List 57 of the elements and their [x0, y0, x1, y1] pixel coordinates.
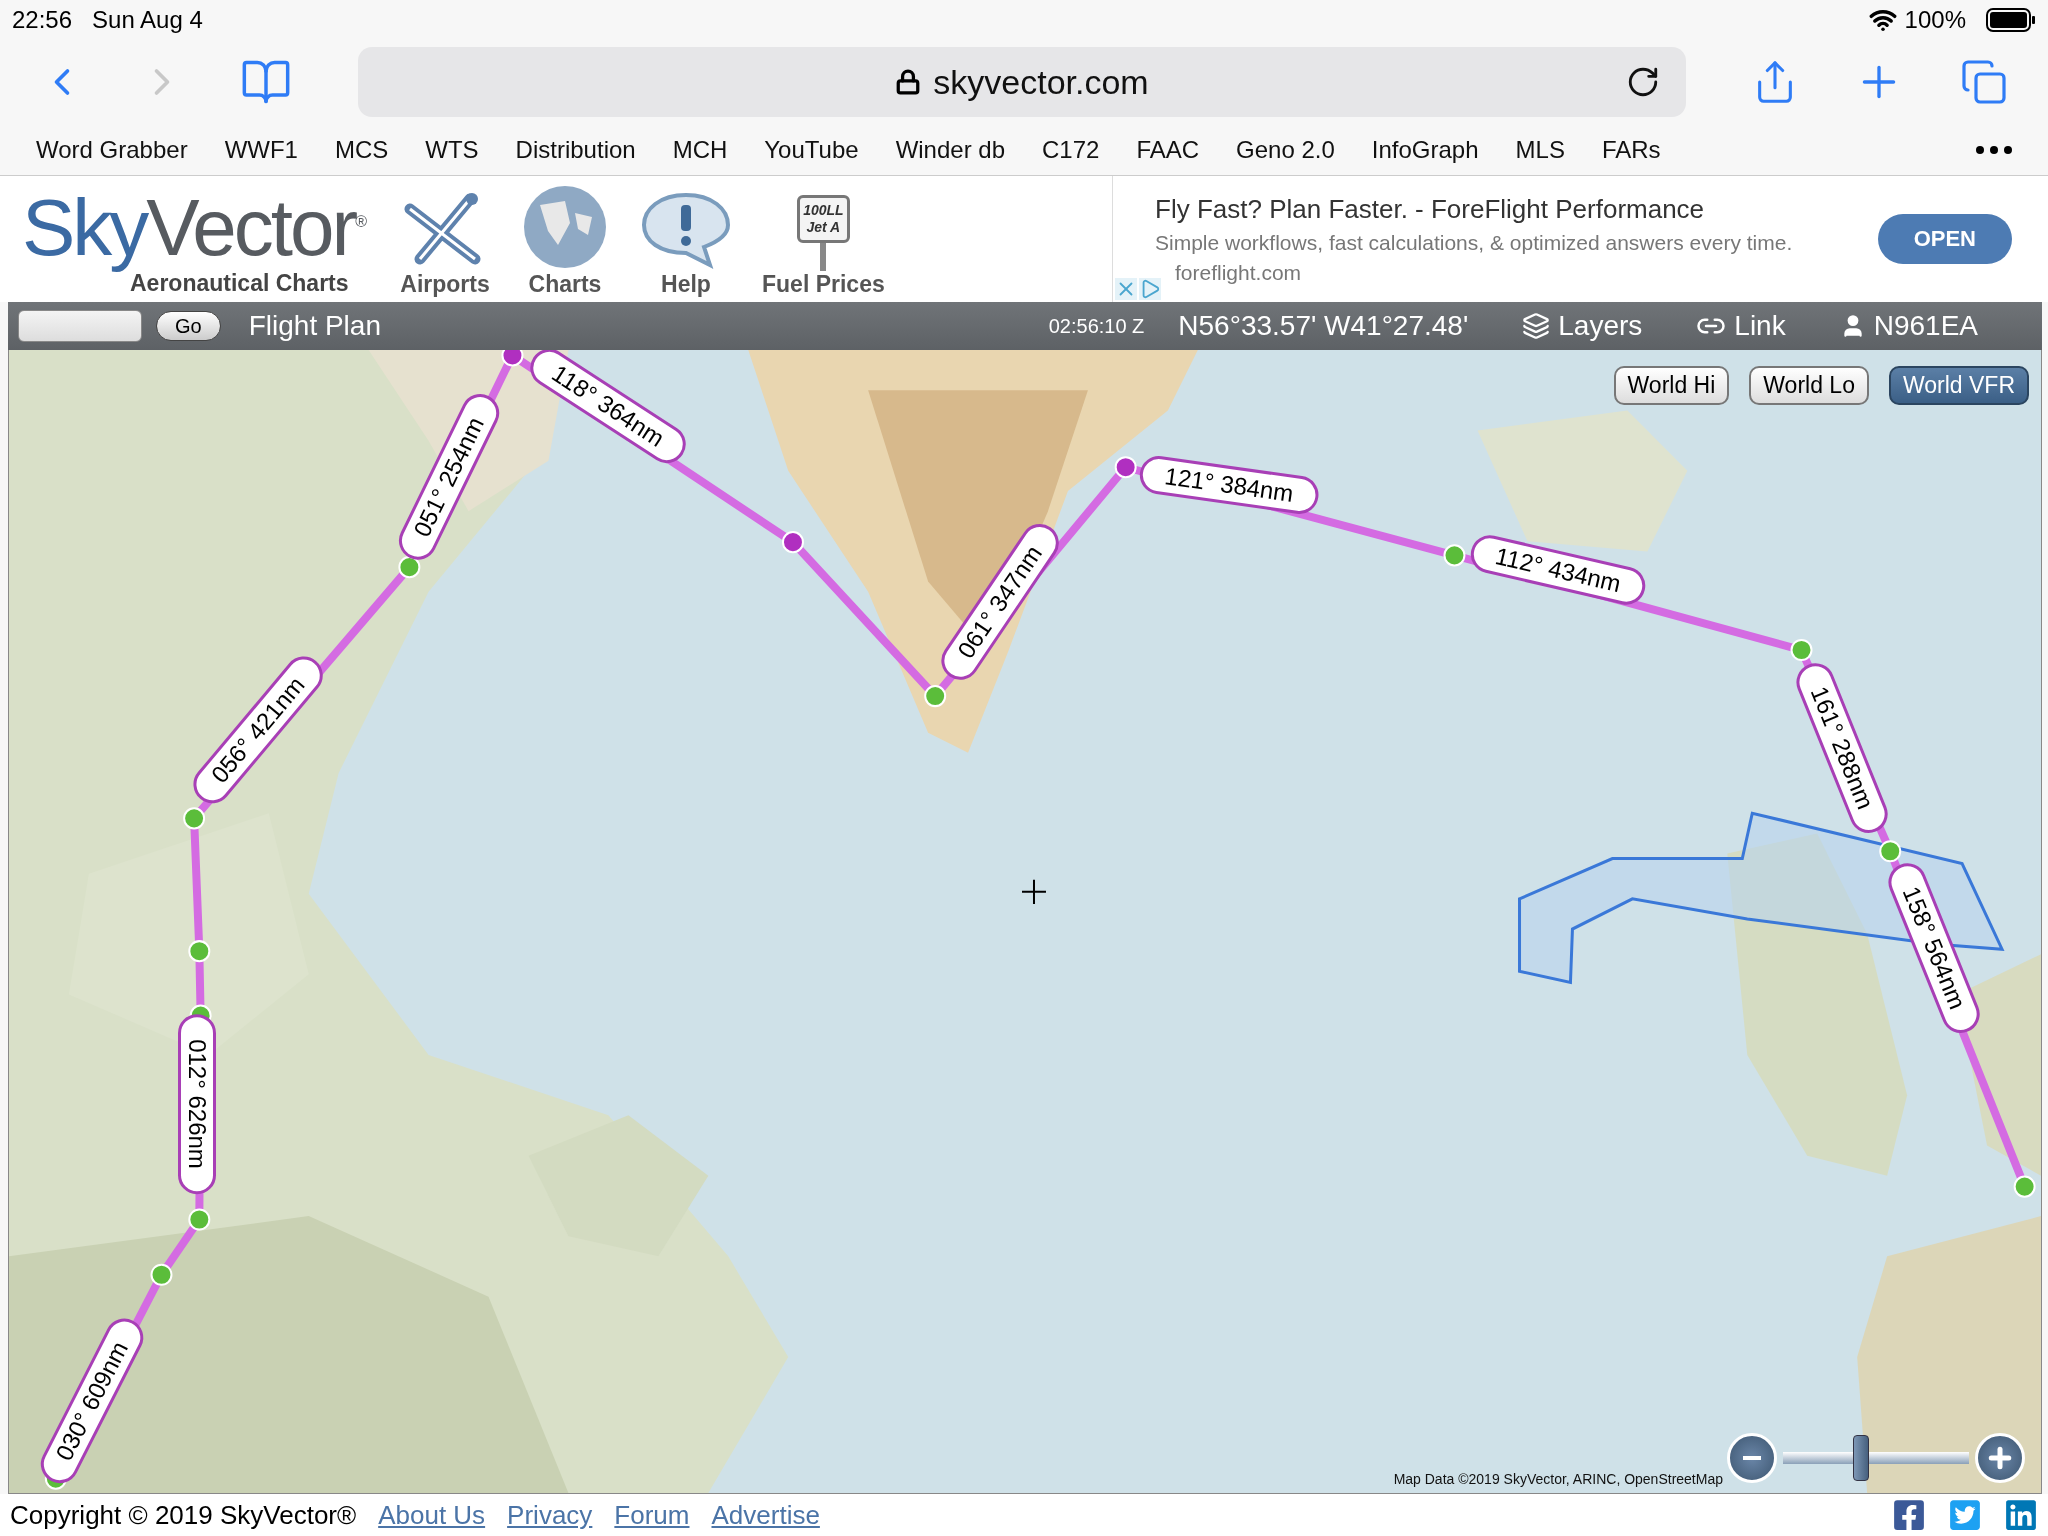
bookmark-link[interactable]: YouTube	[764, 135, 859, 164]
bookmark-link[interactable]: WTS	[425, 135, 479, 164]
search-field[interactable]	[18, 310, 142, 342]
bookmark-link[interactable]: Winder db	[895, 135, 1005, 164]
footer-link[interactable]: Forum	[614, 1499, 690, 1531]
chart-type-button[interactable]: World Lo	[1749, 366, 1869, 405]
tabs-button[interactable]	[1960, 58, 2008, 106]
logo-tagline: Aeronautical Charts	[130, 270, 349, 297]
open-button[interactable]: OPEN	[1877, 214, 2012, 264]
flight-plan-link[interactable]: Flight Plan	[248, 310, 381, 342]
bookmark-link[interactable]: Geno 2.0	[1236, 135, 1335, 164]
ad-domain: foreflight.com	[1175, 260, 1303, 285]
footer-link[interactable]: Advertise	[711, 1499, 820, 1531]
crosshair-icon	[1021, 878, 1047, 905]
clock-time: 22:56	[12, 6, 73, 34]
bookmark-link[interactable]: MLS	[1515, 135, 1565, 164]
reload-button[interactable]	[1626, 65, 1660, 99]
bookmark-link[interactable]: FAAC	[1136, 135, 1200, 164]
layers-button[interactable]: Layers	[1558, 310, 1643, 342]
bookmark-link[interactable]: WWF1	[224, 135, 298, 164]
footer-link[interactable]: Privacy	[507, 1499, 593, 1531]
battery-icon	[1986, 8, 2036, 32]
lock-icon	[895, 69, 922, 95]
twitter-icon[interactable]	[1948, 1498, 1982, 1532]
zulu-time: 02:56:10 Z	[1048, 314, 1145, 338]
zoom-slider-thumb[interactable]	[1853, 1435, 1870, 1481]
user-button[interactable]: N961EA	[1873, 310, 1978, 342]
route-leg-label: 012° 626nm	[177, 1013, 216, 1194]
bookmark-link[interactable]: MCS	[334, 135, 389, 164]
bookmark-link[interactable]: Distribution	[515, 135, 636, 164]
minus-icon	[1743, 1456, 1761, 1460]
bookmark-link[interactable]: InfoGraph	[1371, 135, 1479, 164]
address-bar[interactable]: skyvector.com	[358, 47, 1686, 117]
ad-text: Simple workflows, fast calculations, & optimized answers every time.	[1155, 230, 1794, 255]
bookmark-link[interactable]: C172	[1042, 135, 1100, 164]
footer-link[interactable]: About Us	[378, 1499, 486, 1531]
nav-link[interactable]: Charts	[520, 183, 610, 298]
nav-link[interactable]: Airports	[400, 189, 490, 298]
nav-link[interactable]: 100LL Jet A Fuel Prices	[762, 189, 885, 298]
battery-percent: 100%	[1904, 6, 1966, 34]
cursor-coordinates: N56°33.57' W41°27.48'	[1178, 310, 1469, 342]
date: Sun Aug 4	[92, 6, 203, 34]
chart-type-button[interactable]: World Hi	[1613, 366, 1730, 405]
map-attribution: Map Data ©2019 SkyVector, ARINC, OpenStreetMap	[1393, 1471, 1723, 1487]
bookmark-link[interactable]: MCH	[672, 135, 728, 164]
bookmark-link[interactable]: FARs	[1601, 135, 1661, 164]
layers-icon[interactable]	[1522, 312, 1551, 340]
linkedin-icon[interactable]	[2004, 1498, 2038, 1532]
more-icon[interactable]	[1976, 145, 2012, 154]
ad-title: Fly Fast? Plan Faster. - ForeFlight Performance	[1155, 193, 1706, 225]
go-button[interactable]: Go	[156, 311, 221, 341]
link-button[interactable]: Link	[1734, 310, 1786, 342]
facebook-icon[interactable]	[1892, 1498, 1926, 1532]
copyright-text: Copyright © 2019 SkyVector®	[10, 1499, 357, 1531]
bookmark-link[interactable]: Word Grabber	[36, 135, 188, 164]
nav-link[interactable]: Help	[640, 189, 732, 298]
chart-type-button[interactable]: World VFR	[1888, 366, 2029, 405]
